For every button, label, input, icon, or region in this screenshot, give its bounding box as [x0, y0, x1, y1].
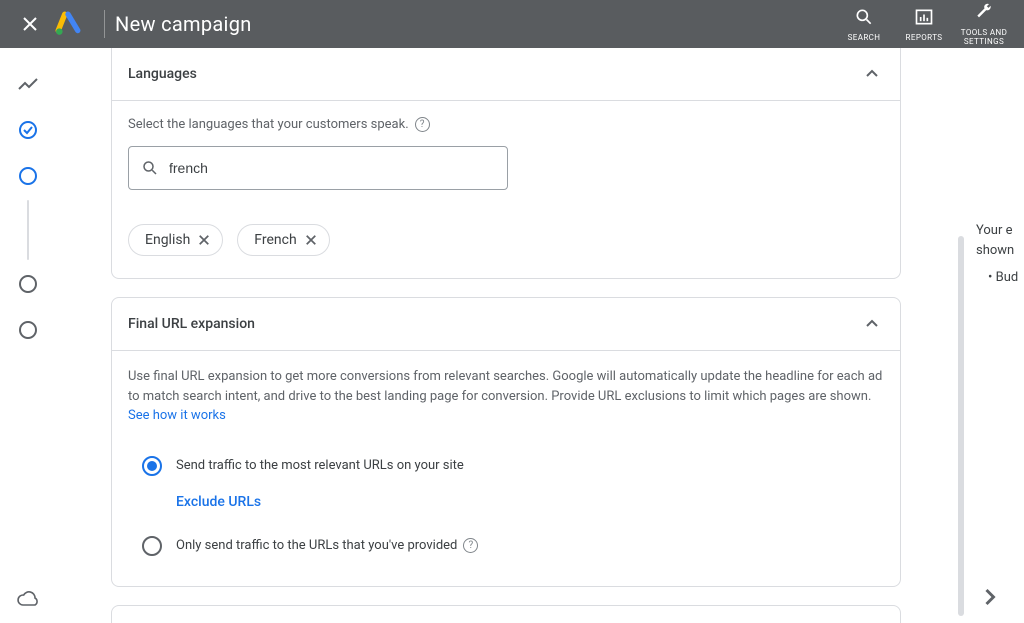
- search-icon: [854, 7, 874, 31]
- languages-card: Languages Select the languages that your…: [111, 48, 901, 279]
- help-icon[interactable]: ?: [463, 538, 478, 553]
- see-how-it-works-link[interactable]: See how it works: [128, 408, 226, 423]
- scrollbar-track: [958, 56, 964, 623]
- header-search-label: SEARCH: [848, 33, 881, 42]
- stepper-step-upcoming-2[interactable]: [16, 318, 40, 342]
- chevron-right-icon: [976, 583, 1004, 611]
- chip-label: French: [254, 232, 296, 248]
- remove-chip-icon[interactable]: [305, 234, 317, 246]
- search-icon: [141, 159, 159, 177]
- right-estimate-panel: Your e shown • Bud: [968, 48, 1024, 623]
- right-panel-bullet: • Bud: [988, 270, 1018, 285]
- header-tools-button[interactable]: TOOLS AND SETTINGS: [954, 0, 1014, 48]
- languages-help-text-row: Select the languages that your customers…: [128, 117, 884, 132]
- exclude-urls-link[interactable]: Exclude URLs: [176, 494, 884, 510]
- final-url-description: Use final URL expansion to get more conv…: [128, 367, 884, 426]
- more-settings-card: More settings: [111, 605, 901, 623]
- right-panel-text: Your e shown: [976, 221, 1024, 260]
- stepper-connector: [27, 200, 29, 260]
- wrench-icon: [974, 2, 994, 26]
- url-expansion-radio-group: Send traffic to the most relevant URLs o…: [128, 448, 884, 564]
- stepper-step-current[interactable]: [16, 164, 40, 188]
- chevron-up-icon[interactable]: [860, 62, 884, 86]
- language-chip-french[interactable]: French: [237, 224, 329, 256]
- header-divider: [104, 10, 105, 38]
- app-header: New campaign SEARCH REPORTS TOOLS AND SE…: [0, 0, 1024, 48]
- header-tools-label: TOOLS AND SETTINGS: [961, 28, 1008, 46]
- final-url-expansion-card: Final URL expansion Use final URL expans…: [111, 297, 901, 587]
- radio-most-relevant-urls[interactable]: Send traffic to the most relevant URLs o…: [142, 448, 884, 484]
- radio-icon: [142, 456, 162, 476]
- language-chip-english[interactable]: English: [128, 224, 223, 256]
- languages-help-text: Select the languages that your customers…: [128, 117, 409, 132]
- final-url-card-body: Use final URL expansion to get more conv…: [112, 351, 900, 586]
- final-url-description-text: Use final URL expansion to get more conv…: [128, 369, 882, 404]
- radio-icon: [142, 536, 162, 556]
- final-url-card-header[interactable]: Final URL expansion: [112, 298, 900, 350]
- main-content: Languages Select the languages that your…: [56, 48, 958, 623]
- google-ads-logo: [50, 0, 86, 48]
- header-reports-button[interactable]: REPORTS: [894, 0, 954, 48]
- language-search-input[interactable]: [169, 160, 495, 176]
- page-title: New campaign: [115, 12, 252, 36]
- close-button[interactable]: [10, 0, 50, 48]
- help-icon[interactable]: ?: [415, 117, 430, 132]
- close-icon: [23, 17, 37, 31]
- more-settings-button[interactable]: More settings: [112, 606, 900, 623]
- chip-label: English: [145, 232, 190, 248]
- language-chips: English French: [128, 224, 884, 256]
- remove-chip-icon[interactable]: [198, 234, 210, 246]
- language-search-box[interactable]: [128, 146, 508, 190]
- header-search-button[interactable]: SEARCH: [834, 0, 894, 48]
- right-panel-expand-button[interactable]: [976, 583, 1004, 611]
- radio-label: Send traffic to the most relevant URLs o…: [176, 458, 464, 473]
- scrollbar-thumb[interactable]: [958, 236, 964, 616]
- radio-only-provided-urls[interactable]: Only send traffic to the URLs that you'v…: [142, 528, 884, 564]
- chevron-up-icon[interactable]: [860, 312, 884, 336]
- stepper-step-complete[interactable]: [16, 118, 40, 142]
- stepper-overview-icon[interactable]: [16, 72, 40, 96]
- stepper-step-upcoming-1[interactable]: [16, 272, 40, 296]
- radio-label: Only send traffic to the URLs that you'v…: [176, 538, 457, 553]
- cloud-sync-icon[interactable]: [16, 587, 40, 611]
- header-reports-label: REPORTS: [906, 33, 943, 42]
- languages-card-body: Select the languages that your customers…: [112, 101, 900, 278]
- radio-label-row: Only send traffic to the URLs that you'v…: [176, 538, 478, 553]
- reports-icon: [914, 7, 934, 31]
- stepper-rail: [0, 48, 56, 623]
- languages-card-header[interactable]: Languages: [112, 48, 900, 101]
- languages-card-title: Languages: [128, 66, 197, 82]
- google-ads-logo-icon: [55, 11, 81, 37]
- final-url-card-title: Final URL expansion: [128, 316, 255, 332]
